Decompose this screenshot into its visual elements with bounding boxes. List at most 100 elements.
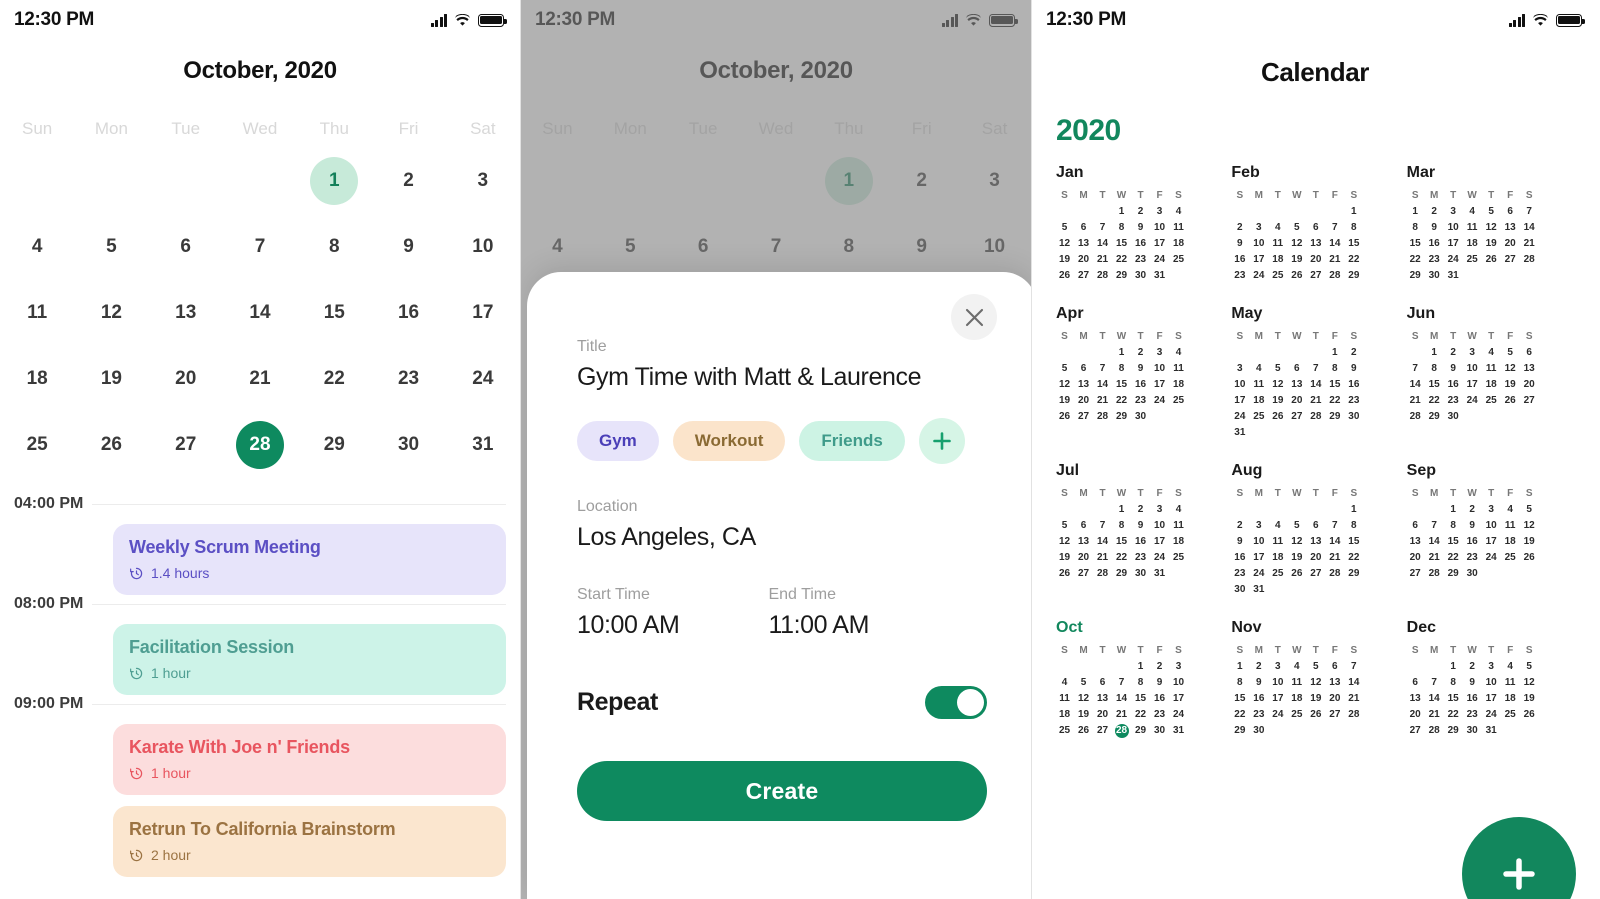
mini-day[interactable]: 16: [1132, 237, 1149, 251]
mini-day[interactable]: 16: [1250, 692, 1267, 706]
mini-day[interactable]: 9: [1231, 237, 1248, 251]
mini-day[interactable]: 20: [1407, 708, 1424, 722]
mini-day[interactable]: 26: [1521, 551, 1538, 565]
mini-day[interactable]: 11: [1502, 519, 1519, 533]
day-cell[interactable]: 16: [371, 289, 445, 337]
mini-day[interactable]: 27: [1307, 269, 1324, 283]
mini-day[interactable]: 24: [1483, 708, 1500, 722]
mini-day[interactable]: 15: [1231, 692, 1248, 706]
mini-day[interactable]: 14: [1345, 676, 1362, 690]
mini-day[interactable]: 3: [1250, 221, 1267, 235]
title-field[interactable]: Gym Time with Matt & Laurence: [577, 363, 987, 392]
mini-day[interactable]: 30: [1426, 269, 1443, 283]
mini-day[interactable]: 1: [1445, 503, 1462, 517]
mini-month[interactable]: JanSMTWTFS...123456789101112131415161718…: [1056, 164, 1231, 283]
mini-day[interactable]: 6: [1075, 519, 1092, 533]
mini-day[interactable]: 31: [1445, 269, 1462, 283]
mini-day[interactable]: 3: [1250, 519, 1267, 533]
mini-day[interactable]: 27: [1407, 724, 1424, 738]
mini-day[interactable]: 4: [1288, 660, 1305, 674]
mini-day[interactable]: 31: [1170, 724, 1187, 738]
mini-day[interactable]: 27: [1307, 567, 1324, 581]
mini-month[interactable]: AprSMTWTFS...123456789101112131415161718…: [1056, 305, 1231, 440]
mini-day[interactable]: 29: [1113, 410, 1130, 424]
mini-day[interactable]: 25: [1502, 551, 1519, 565]
mini-day[interactable]: 19: [1521, 535, 1538, 549]
mini-day[interactable]: 7: [1307, 362, 1324, 376]
mini-day[interactable]: 23: [1231, 567, 1248, 581]
mini-day[interactable]: 12: [1269, 378, 1286, 392]
day-cell[interactable]: 24: [446, 355, 520, 403]
mini-day[interactable]: 17: [1170, 692, 1187, 706]
mini-day[interactable]: 7: [1345, 660, 1362, 674]
mini-day[interactable]: 27: [1075, 269, 1092, 283]
mini-month[interactable]: SepSMTWTFS..1234567891011121314151617181…: [1407, 462, 1582, 597]
event-card[interactable]: Weekly Scrum Meeting 1.4 hours: [113, 524, 506, 595]
mini-day[interactable]: 25: [1483, 394, 1500, 408]
mini-day[interactable]: 18: [1056, 708, 1073, 722]
end-time-field[interactable]: 11:00 AM: [768, 611, 869, 640]
mini-day[interactable]: 15: [1445, 692, 1462, 706]
mini-day[interactable]: 8: [1345, 519, 1362, 533]
day-cell[interactable]: 19: [74, 355, 148, 403]
mini-day[interactable]: 24: [1231, 410, 1248, 424]
mini-day[interactable]: 11: [1250, 378, 1267, 392]
mini-day[interactable]: 3: [1483, 660, 1500, 674]
mini-day[interactable]: 18: [1483, 378, 1500, 392]
mini-day[interactable]: 4: [1056, 676, 1073, 690]
repeat-toggle[interactable]: [925, 686, 987, 719]
mini-day[interactable]: 31: [1151, 567, 1168, 581]
mini-day[interactable]: 10: [1445, 221, 1462, 235]
mini-day[interactable]: 20: [1326, 692, 1343, 706]
mini-day[interactable]: 23: [1132, 394, 1149, 408]
mini-day[interactable]: 11: [1170, 362, 1187, 376]
mini-day[interactable]: 20: [1521, 378, 1538, 392]
mini-day[interactable]: 9: [1132, 362, 1149, 376]
mini-day[interactable]: 14: [1307, 378, 1324, 392]
mini-day[interactable]: 30: [1250, 724, 1267, 738]
mini-day[interactable]: 29: [1132, 724, 1149, 738]
mini-day[interactable]: 28: [1094, 410, 1111, 424]
mini-day[interactable]: 12: [1483, 221, 1500, 235]
mini-day[interactable]: 28: [1307, 410, 1324, 424]
mini-day[interactable]: 11: [1056, 692, 1073, 706]
mini-day[interactable]: 30: [1464, 724, 1481, 738]
mini-day[interactable]: 10: [1170, 676, 1187, 690]
mini-day[interactable]: 7: [1094, 519, 1111, 533]
mini-day[interactable]: 4: [1464, 205, 1481, 219]
mini-day[interactable]: 5: [1056, 362, 1073, 376]
mini-day[interactable]: 13: [1521, 362, 1538, 376]
start-time-field[interactable]: 10:00 AM: [577, 611, 680, 640]
mini-day[interactable]: 21: [1426, 551, 1443, 565]
mini-day[interactable]: 19: [1075, 708, 1092, 722]
mini-day[interactable]: 3: [1151, 503, 1168, 517]
mini-day[interactable]: 15: [1326, 378, 1343, 392]
mini-day[interactable]: 5: [1075, 676, 1092, 690]
mini-day[interactable]: 20: [1075, 253, 1092, 267]
mini-day[interactable]: 10: [1269, 676, 1286, 690]
day-cell[interactable]: 2: [371, 157, 445, 205]
mini-day[interactable]: 4: [1269, 519, 1286, 533]
mini-day[interactable]: 9: [1426, 221, 1443, 235]
mini-day[interactable]: 26: [1521, 708, 1538, 722]
day-cell[interactable]: 14: [223, 289, 297, 337]
mini-day[interactable]: 26: [1056, 410, 1073, 424]
mini-day[interactable]: 7: [1407, 362, 1424, 376]
mini-day[interactable]: 18: [1269, 253, 1286, 267]
mini-day[interactable]: 24: [1464, 394, 1481, 408]
mini-day[interactable]: 22: [1113, 253, 1130, 267]
mini-day[interactable]: 10: [1464, 362, 1481, 376]
mini-day[interactable]: 6: [1094, 676, 1111, 690]
day-cell[interactable]: 4: [0, 223, 74, 271]
mini-day[interactable]: 9: [1345, 362, 1362, 376]
mini-day[interactable]: 26: [1483, 253, 1500, 267]
mini-day[interactable]: 25: [1288, 708, 1305, 722]
mini-day[interactable]: 11: [1170, 221, 1187, 235]
mini-day[interactable]: 31: [1250, 583, 1267, 597]
mini-day[interactable]: 4: [1502, 660, 1519, 674]
mini-day[interactable]: 16: [1231, 551, 1248, 565]
mini-day[interactable]: 16: [1345, 378, 1362, 392]
tag-pill[interactable]: Workout: [672, 421, 786, 461]
mini-day[interactable]: 24: [1170, 708, 1187, 722]
mini-day[interactable]: 8: [1445, 676, 1462, 690]
